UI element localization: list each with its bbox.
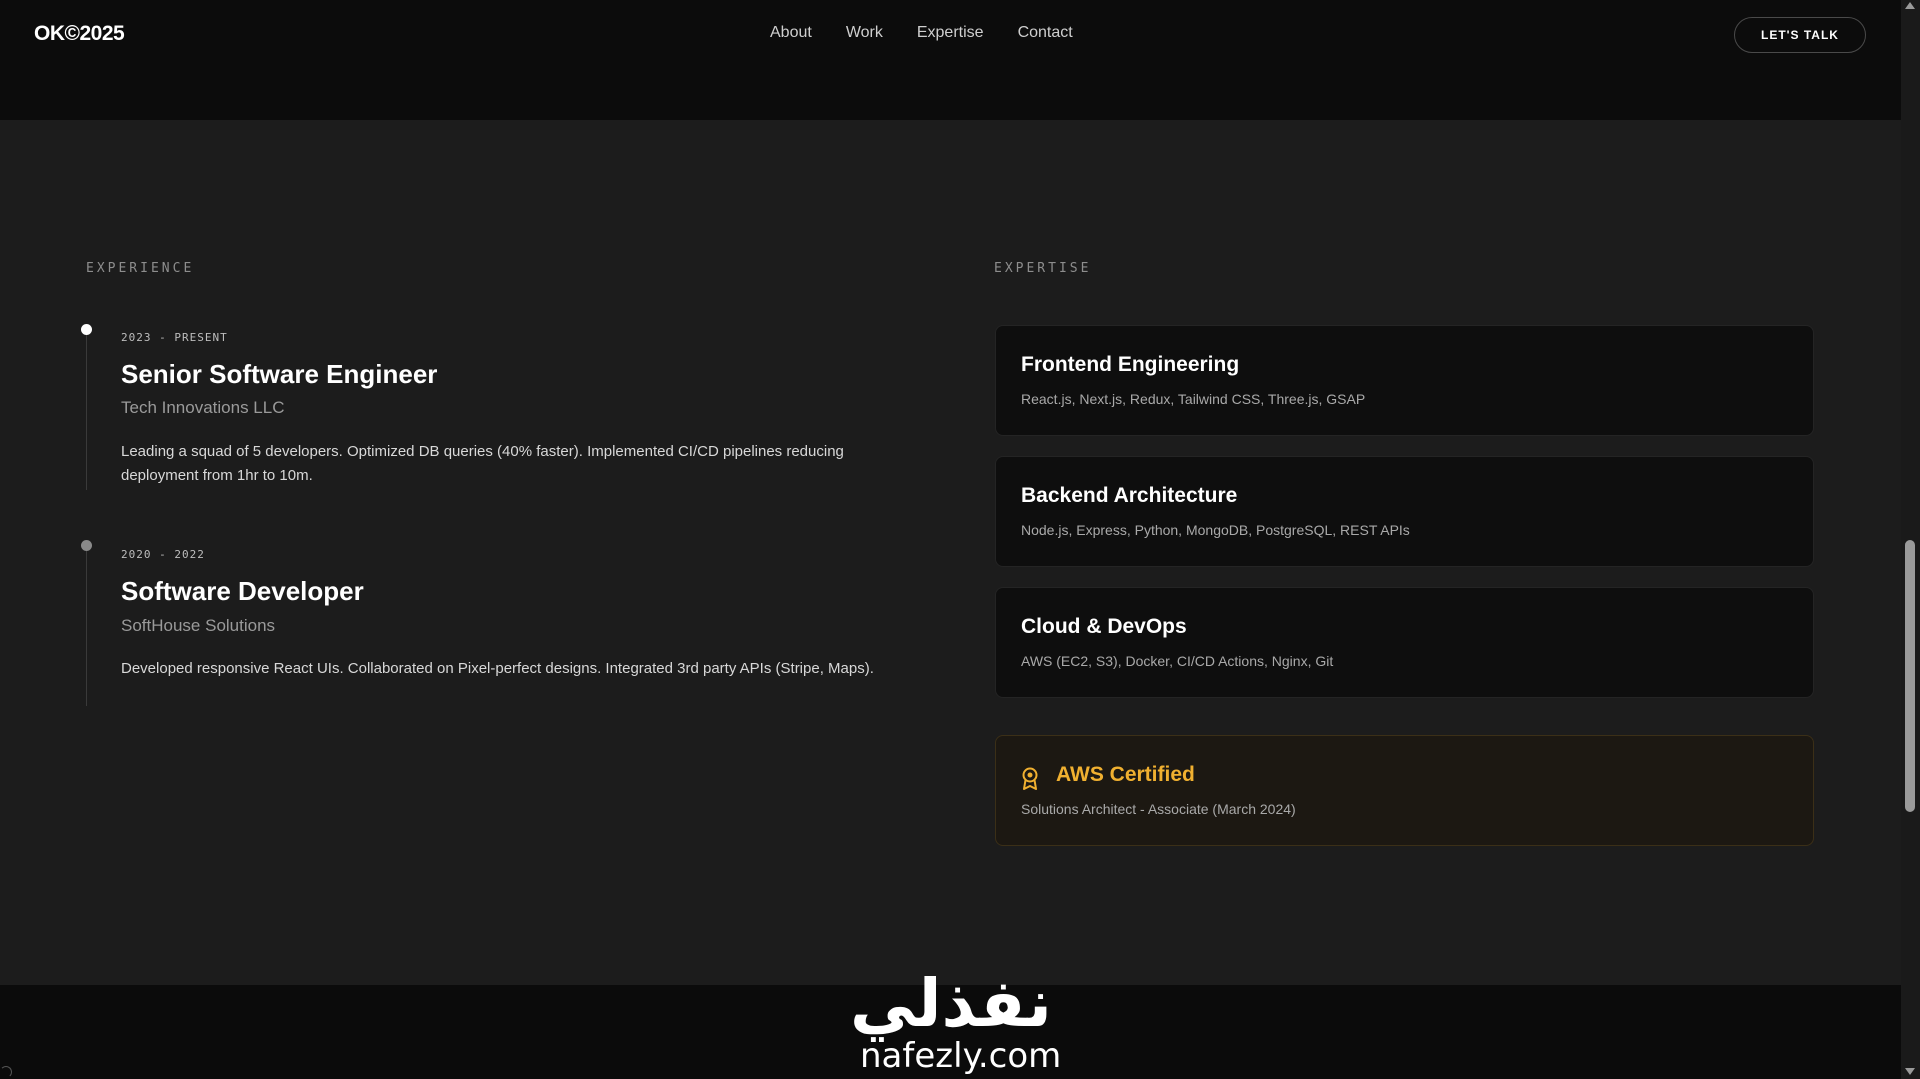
experience-description: Leading a squad of 5 developers. Optimiz… [121,443,844,484]
nav-about[interactable]: About [770,24,812,42]
expertise-card-cloud: Cloud & DevOps AWS (EC2, S3), Docker, CI… [995,587,1814,698]
experience-label: EXPERIENCE [86,261,195,276]
expertise-label: EXPERTISE [994,261,1092,276]
experience-period: 2020 - 2022 [121,548,205,561]
timeline-dot-active [81,324,92,335]
timeline-line [86,546,87,706]
card-skills: Node.js, Express, Python, MongoDB, Postg… [1021,522,1410,538]
card-title: Backend Architecture [1021,484,1238,507]
experience-company: SoftHouse Solutions [121,616,276,635]
watermark-latin: nafezly.com [860,1036,1062,1076]
experience-role: Senior Software Engineer [121,359,438,389]
card-detail: Solutions Architect - Associate (March 2… [1021,801,1296,817]
header-band [0,72,1901,120]
card-skills: React.js, Next.js, Redux, Tailwind CSS, … [1021,391,1366,407]
card-skills: AWS (EC2, S3), Docker, CI/CD Actions, Ng… [1021,653,1334,669]
expertise-card-frontend: Frontend Engineering React.js, Next.js, … [995,325,1814,436]
nav-contact[interactable]: Contact [1018,24,1073,42]
award-icon [1022,767,1038,790]
scrollbar-thumb[interactable] [1905,540,1915,812]
card-title: AWS Certified [1056,763,1195,786]
experience-role: Software Developer [121,576,364,606]
card-title: Cloud & DevOps [1021,615,1187,638]
nav-work[interactable]: Work [846,24,883,42]
experience-company: Tech Innovations LLC [121,398,285,417]
experience-description: Developed responsive React UIs. Collabor… [121,660,874,677]
timeline-dot [81,540,92,551]
loading-spinner-icon [0,1066,12,1078]
watermark-arabic: نفذلي [850,965,1052,1042]
scroll-up-arrow-icon[interactable] [1905,2,1915,9]
timeline-line [86,330,87,490]
card-title: Frontend Engineering [1021,353,1240,376]
nav-expertise[interactable]: Expertise [917,24,984,42]
lets-talk-button[interactable]: LET'S TALK [1734,17,1866,53]
certification-card: AWS Certified Solutions Architect - Asso… [995,735,1814,846]
main-nav: About Work Expertise Contact [770,24,1073,42]
expertise-card-backend: Backend Architecture Node.js, Express, P… [995,456,1814,567]
scroll-down-arrow-icon[interactable] [1905,1068,1915,1075]
site-header: OK©2025 About Work Expertise Contact LET… [0,0,1901,73]
logo[interactable]: OK©2025 [34,22,125,46]
experience-period: 2023 - PRESENT [121,331,228,344]
